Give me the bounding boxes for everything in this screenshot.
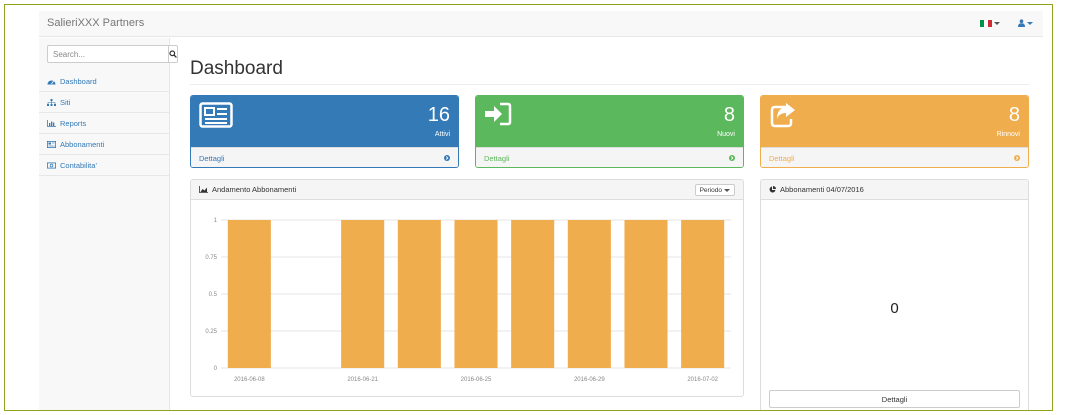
- stat-card-attivi: 16 Attivi Dettagli: [190, 95, 459, 168]
- dashboard-icon: [47, 80, 56, 84]
- chart-bar[interactable]: [341, 220, 385, 368]
- sidebar-item-label: Reports: [60, 118, 87, 128]
- period-label: Periodo: [699, 186, 722, 194]
- sidebar-item-contabilita[interactable]: Contabilita': [39, 155, 169, 176]
- arrow-circle-right-icon: [1014, 155, 1020, 161]
- stat-details-link[interactable]: Dettagli: [476, 147, 743, 167]
- pie-panel-header: Abbonamenti 04/07/2016: [761, 180, 1028, 200]
- italian-flag-icon: [980, 19, 992, 27]
- search-button[interactable]: [168, 45, 178, 63]
- pie-panel: Abbonamenti 04/07/2016 0 Dettagli: [760, 179, 1029, 410]
- sidebar-item-label: Siti: [60, 97, 71, 107]
- sidebar-item-label: Dashboard: [60, 76, 97, 86]
- sidebar-item-label: Abbonamenti: [60, 139, 105, 149]
- chart-bar[interactable]: [511, 220, 555, 368]
- stat-number: 8: [1008, 104, 1020, 126]
- sign-in-icon: [485, 102, 512, 126]
- app-frame: SalieriXXX Partners Dashboa: [4, 4, 1053, 411]
- stat-card-rinnovi: 8 Rinnovi Dettagli: [760, 95, 1029, 168]
- sitemap-icon: [47, 98, 56, 106]
- stat-card-header: 8 Nuovi: [476, 96, 743, 147]
- y-tick-label: 1: [214, 218, 218, 224]
- user-icon: [1018, 19, 1025, 27]
- newspaper-icon: [199, 102, 233, 128]
- search-input[interactable]: [47, 45, 168, 63]
- chevron-down-icon: [724, 188, 730, 192]
- stat-card-header: 16 Attivi: [191, 96, 458, 147]
- sidebar-item-dashboard[interactable]: Dashboard: [39, 71, 169, 92]
- y-tick-label: 0.5: [209, 292, 218, 298]
- x-tick-label: 2016-06-21: [347, 377, 378, 383]
- stat-number: 16: [427, 104, 450, 126]
- top-navbar: SalieriXXX Partners: [39, 11, 1043, 37]
- money-icon: [47, 161, 56, 168]
- stat-details-link[interactable]: Dettagli: [191, 147, 458, 167]
- area-chart-icon: [199, 186, 208, 193]
- details-label: Dettagli: [484, 153, 510, 163]
- chart-bar[interactable]: [624, 220, 668, 368]
- chart-bar[interactable]: [397, 220, 441, 368]
- stat-details-link[interactable]: Dettagli: [761, 147, 1028, 167]
- chevron-down-icon: [994, 21, 1000, 25]
- bar-chart-icon: [47, 119, 56, 127]
- sidebar-item-siti[interactable]: Siti: [39, 92, 169, 113]
- y-tick-label: 0.25: [205, 329, 217, 335]
- pie-chart-icon: [769, 186, 776, 193]
- subscriptions-count: 0: [890, 300, 899, 317]
- chart-panel-title: Andamento Abbonamenti: [212, 185, 297, 194]
- language-dropdown[interactable]: [980, 19, 1000, 27]
- x-tick-label: 2016-06-29: [574, 377, 605, 383]
- x-tick-label: 2016-06-25: [461, 377, 492, 383]
- chart-bar[interactable]: [454, 220, 498, 368]
- details-button[interactable]: Dettagli: [769, 390, 1020, 408]
- user-dropdown[interactable]: [1018, 19, 1033, 27]
- stat-label: Nuovi: [717, 131, 735, 138]
- chart-panel: Andamento Abbonamenti Periodo 0 0.25 0.5 0.…: [190, 179, 744, 397]
- stat-card-header: 8 Rinnovi: [761, 96, 1028, 147]
- navbar-right: [980, 19, 1033, 27]
- page-title: Dashboard: [190, 58, 283, 79]
- title-divider: [190, 84, 1030, 85]
- chevron-down-icon: [1027, 21, 1033, 25]
- chart-bar[interactable]: [681, 220, 725, 368]
- y-tick-label: 0.75: [205, 255, 217, 261]
- y-tick-label: 0: [214, 366, 218, 372]
- chart-bar[interactable]: [567, 220, 611, 368]
- subscriptions-bar-chart: 0 0.25 0.5 0.75 1 2016-06-08 2016-06-21 2016-06…: [205, 218, 731, 383]
- period-dropdown[interactable]: Periodo: [694, 184, 735, 196]
- x-tick-label: 2016-07-02: [687, 377, 718, 383]
- pie-panel-title: Abbonamenti 04/07/2016: [780, 185, 864, 194]
- sidebar-item-reports[interactable]: Reports: [39, 113, 169, 134]
- sidebar-item-label: Contabilita': [60, 160, 97, 170]
- share-icon: [770, 103, 795, 128]
- details-label: Dettagli: [199, 153, 225, 163]
- sidebar-menu: Dashboard Siti Reports Abbonamenti Conta…: [39, 71, 169, 176]
- sidebar-search: [47, 45, 178, 63]
- newspaper-icon: [47, 140, 56, 148]
- stat-label: Attivi: [434, 131, 450, 138]
- x-tick-label: 2016-06-08: [234, 377, 265, 383]
- details-label: Dettagli: [769, 153, 795, 163]
- sidebar: Dashboard Siti Reports Abbonamenti Conta…: [39, 38, 178, 410]
- chart-bar[interactable]: [227, 220, 271, 368]
- stat-card-nuovi: 8 Nuovi Dettagli: [475, 95, 744, 168]
- brand-logo[interactable]: SalieriXXX Partners: [47, 17, 144, 29]
- stat-number: 8: [723, 104, 735, 126]
- arrow-circle-right-icon: [729, 155, 735, 161]
- search-icon: [169, 50, 177, 58]
- arrow-circle-right-icon: [444, 155, 450, 161]
- chart-panel-header: Andamento Abbonamenti Periodo: [191, 180, 743, 200]
- sidebar-item-abbonamenti[interactable]: Abbonamenti: [39, 134, 169, 155]
- stat-label: Rinnovi: [996, 131, 1020, 138]
